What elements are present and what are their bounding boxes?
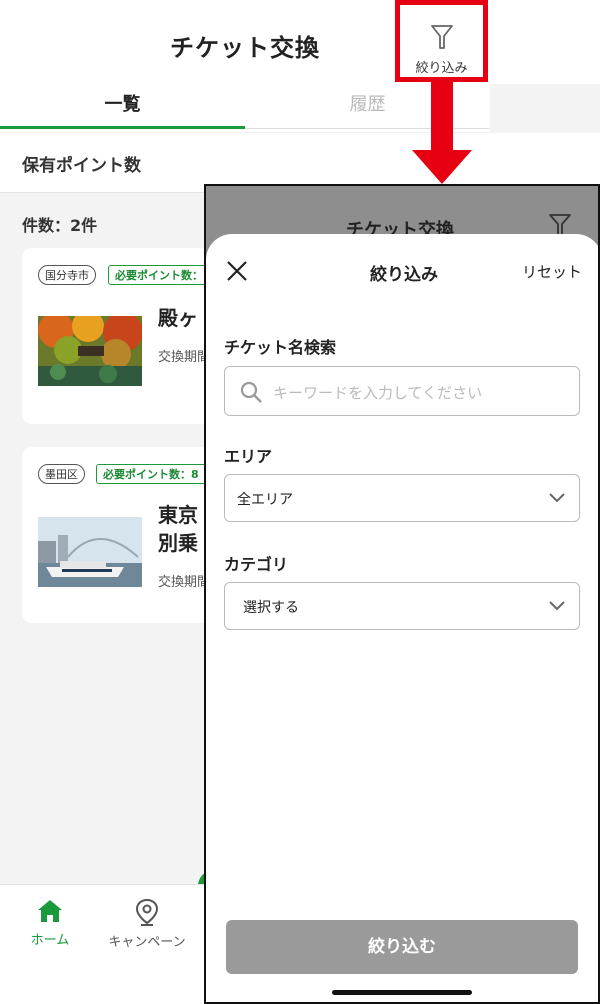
area-label: エリア — [224, 447, 273, 466]
required-points-tag: 必要ポイント数： — [108, 265, 210, 285]
reset-button[interactable]: リセット — [522, 261, 582, 282]
header: チケット交換 — [0, 0, 600, 84]
exchange-period: 交換期間 — [158, 350, 211, 365]
category-select-value: 選択する — [243, 600, 299, 616]
ticket-thumbnail — [38, 517, 142, 587]
nav-home-label: ホーム — [30, 933, 70, 948]
tab-history[interactable]: 履歴 — [245, 90, 490, 116]
area-tag: 墨田区 — [38, 464, 85, 484]
search-icon — [240, 381, 262, 403]
nav-campaign[interactable]: キャンペーン — [97, 897, 197, 950]
result-count: 件数：2件 — [22, 216, 98, 235]
funnel-icon — [431, 25, 453, 49]
ticket-title-line: 別乗 — [158, 531, 198, 555]
pointer-arrow-head — [412, 150, 472, 184]
ticket-title: 東京 別乗 — [158, 501, 198, 557]
chevron-down-icon — [549, 493, 565, 503]
filter-screen-preview: チケット交換 絞り込み リセット チケット名検索 キーワードを入力してください … — [204, 184, 600, 1004]
filter-button[interactable]: 絞り込み — [395, 0, 488, 82]
required-points-tag: 必要ポイント数：8 — [96, 464, 206, 484]
search-placeholder: キーワードを入力してください — [273, 384, 483, 402]
chevron-down-icon — [549, 601, 565, 611]
area-tag: 国分寺市 — [38, 265, 96, 285]
category-label: カテゴリ — [224, 555, 289, 574]
map-pin-icon — [135, 898, 159, 926]
category-select[interactable]: 選択する — [224, 582, 580, 630]
ticket-search-input[interactable]: キーワードを入力してください — [224, 366, 580, 416]
ticket-search-label: チケット名検索 — [224, 338, 337, 357]
ticket-title: 殿ヶ — [158, 306, 198, 330]
exchange-period: 交換期間 — [158, 575, 211, 590]
ticket-thumbnail — [38, 316, 142, 386]
area-select[interactable]: 全エリア — [224, 474, 580, 522]
nav-campaign-label: キャンペーン — [108, 935, 186, 950]
apply-filter-button[interactable]: 絞り込む — [226, 920, 578, 974]
filter-button-label: 絞り込み — [415, 61, 468, 76]
points-label: 保有ポイント数 — [22, 156, 141, 176]
home-icon — [38, 900, 62, 922]
pointer-arrow-shaft — [431, 82, 453, 152]
area-select-value: 全エリア — [237, 492, 293, 508]
nav-home[interactable]: ホーム — [0, 897, 100, 948]
tab-list[interactable]: 一覧 — [0, 90, 245, 116]
active-tab-indicator — [0, 126, 245, 129]
tab-bar: 一覧 履歴 — [0, 84, 490, 132]
ticket-title-line: 東京 — [158, 503, 198, 527]
filter-sheet: 絞り込み リセット チケット名検索 キーワードを入力してください エリア 全エリ… — [206, 234, 598, 1002]
home-indicator — [332, 990, 472, 995]
